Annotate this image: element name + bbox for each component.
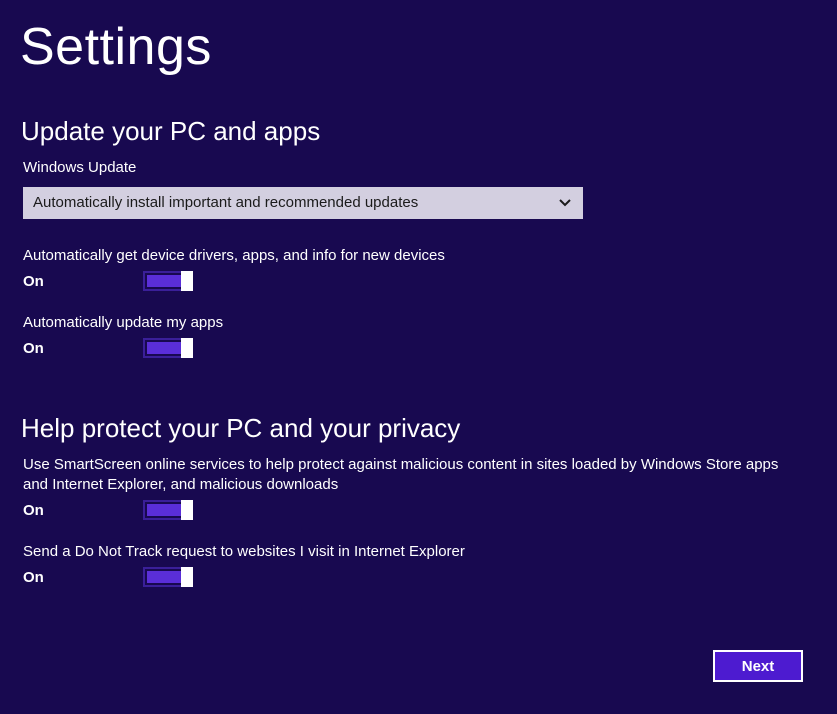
- toggle-thumb: [181, 500, 193, 520]
- toggle-fill: [147, 275, 181, 287]
- drivers-label: Automatically get device drivers, apps, …: [23, 247, 445, 264]
- windows-update-dropdown[interactable]: Automatically install important and reco…: [23, 187, 583, 219]
- toggle-thumb: [181, 567, 193, 587]
- smartscreen-toggle[interactable]: [143, 500, 193, 520]
- toggle-fill: [147, 504, 181, 516]
- windows-update-selected-value: Automatically install important and reco…: [33, 194, 419, 211]
- toggle-fill: [147, 571, 181, 583]
- privacy-section-title: Help protect your PC and your privacy: [21, 413, 461, 443]
- toggle-thumb: [181, 338, 193, 358]
- do-not-track-state: On: [23, 569, 44, 586]
- update-section-title: Update your PC and apps: [21, 116, 321, 146]
- do-not-track-label: Send a Do Not Track request to websites …: [23, 543, 465, 560]
- smartscreen-label-line1: Use SmartScreen online services to help …: [23, 456, 779, 473]
- apps-update-label: Automatically update my apps: [23, 314, 224, 331]
- toggle-fill: [147, 342, 181, 354]
- smartscreen-label-line2: and Internet Explorer, and malicious dow…: [23, 476, 339, 493]
- drivers-toggle[interactable]: [143, 271, 193, 291]
- drivers-state: On: [23, 273, 44, 290]
- smartscreen-state: On: [23, 502, 44, 519]
- page-title: Settings: [20, 18, 212, 76]
- windows-update-label: Windows Update: [23, 159, 137, 176]
- next-button[interactable]: Next: [713, 650, 803, 682]
- do-not-track-toggle[interactable]: [143, 567, 193, 587]
- toggle-thumb: [181, 271, 193, 291]
- apps-update-state: On: [23, 340, 44, 357]
- chevron-down-icon: [559, 199, 571, 207]
- apps-update-toggle[interactable]: [143, 338, 193, 358]
